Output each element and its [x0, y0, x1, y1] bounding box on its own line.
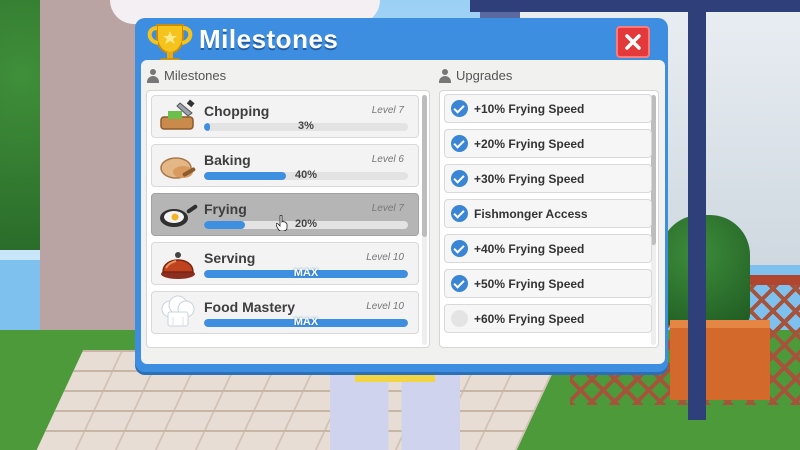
checkmark-icon	[451, 240, 468, 257]
upgrade-row[interactable]: Fishmonger Access	[444, 199, 652, 228]
empty-circle-icon	[451, 310, 468, 327]
milestones-heading-label: Milestones	[164, 68, 227, 83]
milestone-name: Serving	[204, 250, 256, 266]
milestone-name: Frying	[204, 201, 247, 217]
window-title-bar: Milestones	[135, 18, 668, 67]
upgrade-row[interactable]: +20% Frying Speed	[444, 129, 652, 158]
milestone-card-serving[interactable]: Serving Level 10 MAX	[151, 242, 419, 285]
upgrade-label: +30% Frying Speed	[474, 171, 585, 186]
milestone-progress-text: 3%	[298, 120, 314, 132]
frying-pan-icon	[158, 197, 198, 233]
milestones-scrollbar[interactable]	[422, 95, 427, 237]
checkmark-icon	[451, 170, 468, 187]
milestone-progress-text: MAX	[293, 267, 319, 279]
checkmark-icon	[451, 135, 468, 152]
hand-cursor-icon	[276, 215, 288, 231]
person-icon	[439, 68, 451, 83]
upgrade-row[interactable]: +40% Frying Speed	[444, 234, 652, 263]
pillar	[688, 0, 706, 420]
upgrade-label: +40% Frying Speed	[474, 241, 585, 256]
serving-cloche-icon	[158, 246, 198, 282]
milestone-name: Baking	[204, 152, 251, 168]
window-body: Milestones Chopping Level 7 3% Baking Level …	[141, 60, 665, 364]
window-title: Milestones	[199, 24, 339, 54]
close-button[interactable]	[616, 26, 650, 58]
upgrade-label: +60% Frying Speed	[474, 311, 585, 326]
upgrade-label: +10% Frying Speed	[474, 101, 585, 116]
roof-beam	[470, 0, 800, 12]
upgrade-row[interactable]: +50% Frying Speed	[444, 269, 652, 298]
milestones-window: Milestones Milestones Chopping Level 7 3% B…	[135, 18, 668, 372]
milestone-card-baking[interactable]: Baking Level 6 40%	[151, 144, 419, 187]
chef-hat-icon	[158, 295, 198, 331]
checkmark-icon	[451, 275, 468, 292]
milestone-progress-text: MAX	[293, 316, 319, 328]
milestones-list[interactable]: Chopping Level 7 3% Baking Level 6 40% Frying L…	[146, 90, 430, 348]
upgrade-label: Fishmonger Access	[474, 206, 588, 221]
upgrade-label: +50% Frying Speed	[474, 276, 585, 291]
close-icon	[625, 34, 641, 50]
upgrade-row[interactable]: +30% Frying Speed	[444, 164, 652, 193]
milestone-level: Level 6	[371, 154, 404, 165]
player-belt	[355, 372, 435, 382]
upgrades-heading: Upgrades	[439, 68, 512, 83]
milestone-level: Level 7	[371, 203, 404, 214]
milestone-progress-text: 20%	[294, 218, 318, 230]
milestone-name: Chopping	[204, 103, 270, 119]
upgrade-row[interactable]: +10% Frying Speed	[444, 94, 652, 123]
milestone-level: Level 7	[371, 105, 404, 116]
upgrades-heading-label: Upgrades	[456, 68, 513, 83]
checkmark-icon	[451, 100, 468, 117]
milestone-card-chopping[interactable]: Chopping Level 7 3%	[151, 95, 419, 138]
planter-box	[670, 320, 770, 400]
cutting-board-icon	[158, 99, 198, 135]
bread-icon	[158, 148, 198, 184]
checkmark-icon	[451, 205, 468, 222]
person-icon	[147, 68, 159, 83]
milestone-level: Level 10	[366, 301, 404, 312]
milestone-progress-text: 40%	[294, 169, 318, 181]
upgrade-label: +20% Frying Speed	[474, 136, 585, 151]
building-wall	[40, 0, 140, 340]
player-character	[330, 370, 460, 450]
upgrade-row[interactable]: +60% Frying Speed	[444, 304, 652, 333]
upgrades-list[interactable]: +10% Frying Speed +20% Frying Speed +30% F…	[439, 90, 659, 348]
milestone-name: Food Mastery	[204, 299, 296, 315]
milestone-card-food-mastery[interactable]: Food Mastery Level 10 MAX	[151, 291, 419, 334]
milestone-level: Level 10	[366, 252, 404, 263]
milestones-heading: Milestones	[147, 68, 226, 83]
